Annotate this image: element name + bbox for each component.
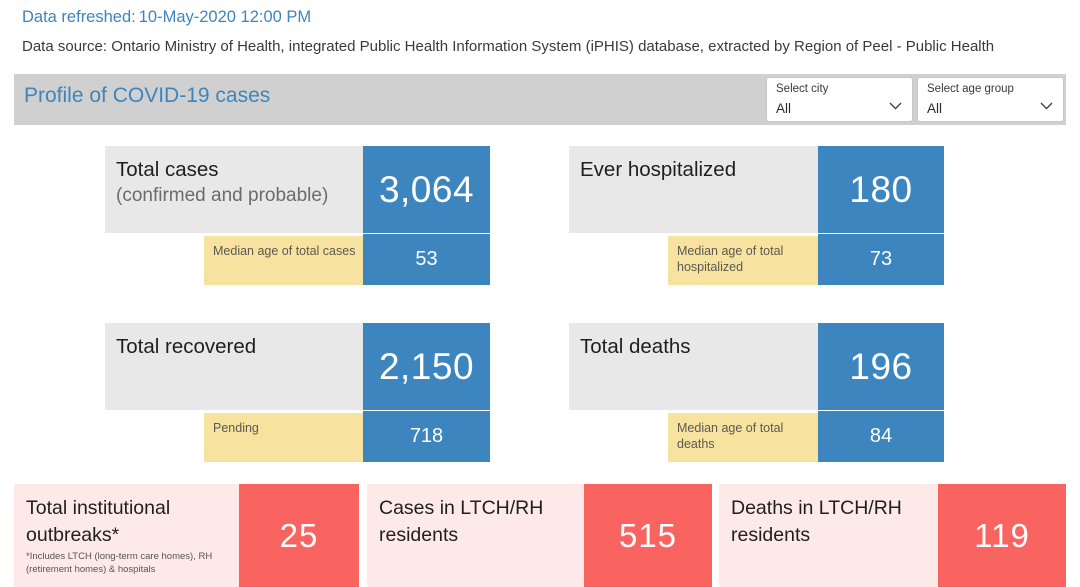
data-refreshed-label: Data refreshed:: [22, 8, 136, 26]
kpi-total-cases-sub-label: Median age of total cases: [204, 236, 363, 285]
outbreak-deaths-ltch-rh-value: 119: [938, 484, 1066, 587]
kpi-card-ever-hospitalized[interactable]: Ever hospitalized 180 Median age of tota…: [569, 146, 944, 285]
kpi-ever-hospitalized-sub-label: Median age of total hospitalized: [668, 236, 818, 285]
kpi-ever-hospitalized-sub-value: 73: [818, 234, 944, 285]
outbreak-cases-ltch-rh-value: 515: [584, 484, 712, 587]
kpi-total-cases-sub-value: 53: [363, 234, 490, 285]
kpi-card-total-cases[interactable]: Total cases (confirmed and probable) 3,0…: [105, 146, 490, 285]
kpi-total-cases-value: 3,064: [363, 146, 490, 233]
outbreak-total-institutional-outbreaks-label: Total institutional outbreaks* *Includes…: [14, 484, 239, 587]
kpi-total-recovered-label: Total recovered: [105, 323, 363, 410]
kpi-ever-hospitalized-value: 180: [818, 146, 944, 233]
chevron-down-icon[interactable]: [1040, 102, 1053, 110]
outbreak-total-institutional-outbreaks-note: *Includes LTCH (long-term care homes), R…: [26, 551, 213, 575]
kpi-total-deaths-value: 196: [818, 323, 944, 410]
outbreak-deaths-ltch-rh-label: Deaths in LTCH/RH residents: [719, 484, 938, 587]
slicer-city-value: All: [776, 101, 792, 116]
kpi-card-total-deaths[interactable]: Total deaths 196 Median age of total dea…: [569, 323, 944, 462]
slicer-select-city[interactable]: Select city All: [766, 77, 913, 122]
kpi-total-cases-label: Total cases (confirmed and probable): [105, 146, 363, 233]
kpi-total-recovered-sub-value: 718: [363, 411, 490, 462]
title-band: Profile of COVID-19 cases Select city Al…: [14, 74, 1066, 125]
slicer-city-title: Select city: [776, 83, 829, 95]
kpi-total-deaths-label: Total deaths: [569, 323, 818, 410]
data-refreshed-line: Data refreshed: 10-May-2020 12:00 PM: [22, 8, 311, 27]
dashboard-header: Data refreshed: 10-May-2020 12:00 PM Data…: [0, 0, 1080, 70]
outbreak-card-cases-in-ltch-rh-residents[interactable]: Cases in LTCH/RH residents 515: [367, 484, 712, 587]
page-title: Profile of COVID-19 cases: [24, 84, 271, 107]
kpi-ever-hospitalized-label-line1: Ever hospitalized: [580, 158, 737, 181]
outbreak-cases-ltch-rh-label-text: Cases in LTCH/RH residents: [379, 497, 544, 546]
data-refreshed-value: 10-May-2020 12:00 PM: [138, 8, 312, 26]
kpi-total-recovered-label-line1: Total recovered: [116, 335, 257, 358]
kpi-total-deaths-sub-value: 84: [818, 411, 944, 462]
outbreak-deaths-ltch-rh-label-text: Deaths in LTCH/RH residents: [731, 497, 902, 546]
outbreak-card-deaths-in-ltch-rh-residents[interactable]: Deaths in LTCH/RH residents 119: [719, 484, 1066, 587]
data-source-line: Data source: Ontario Ministry of Health,…: [22, 38, 995, 55]
kpi-total-cases-label-line2: (confirmed and probable): [116, 185, 329, 206]
kpi-total-deaths-sub-label: Median age of total deaths: [668, 413, 818, 462]
slicer-select-age-group[interactable]: Select age group All: [917, 77, 1064, 122]
slicer-age-value: All: [927, 101, 943, 116]
kpi-total-recovered-value: 2,150: [363, 323, 490, 410]
outbreak-total-institutional-outbreaks-label-text: Total institutional outbreaks*: [26, 497, 171, 546]
kpi-ever-hospitalized-label: Ever hospitalized: [569, 146, 818, 233]
chevron-down-icon[interactable]: [889, 102, 902, 110]
kpi-total-cases-label-line1: Total cases: [116, 158, 219, 181]
kpi-total-deaths-label-line1: Total deaths: [580, 335, 691, 358]
outbreak-cases-ltch-rh-label: Cases in LTCH/RH residents: [367, 484, 584, 587]
outbreak-total-institutional-outbreaks-value: 25: [239, 484, 359, 587]
kpi-card-total-recovered[interactable]: Total recovered 2,150 Pending 718: [105, 323, 490, 462]
outbreak-card-total-institutional-outbreaks[interactable]: Total institutional outbreaks* *Includes…: [14, 484, 359, 587]
slicer-age-title: Select age group: [927, 83, 1014, 95]
kpi-total-recovered-sub-label: Pending: [204, 413, 363, 462]
